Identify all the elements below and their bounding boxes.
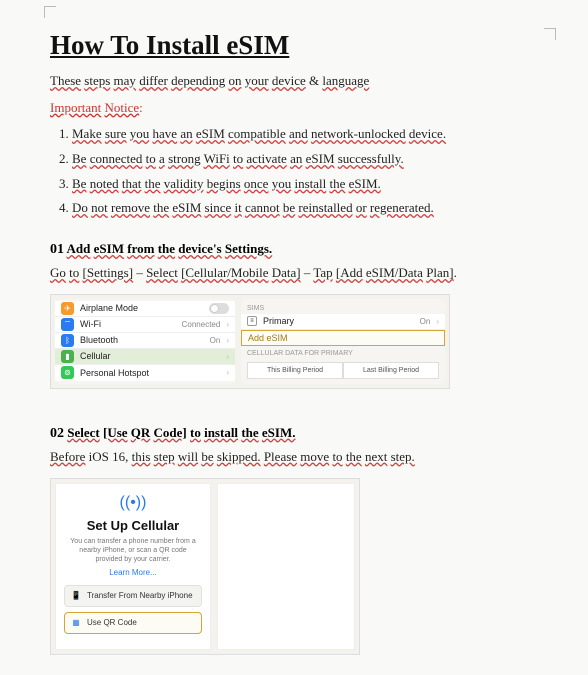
blank-panel — [217, 483, 355, 650]
cellular-icon: ▮ — [61, 350, 74, 363]
hotspot-icon: ⊚ — [61, 366, 74, 379]
option-use-qr[interactable]: ▦Use QR Code — [64, 612, 202, 634]
chevron-right-icon: › — [226, 352, 229, 361]
notice-item: Do not remove the eSIM since it cannot b… — [72, 196, 543, 221]
wavy-words: Make sure you have an eSIM compatible an… — [72, 126, 446, 141]
step-1-title: 01 Add eSIM from the device's Settings. — [50, 241, 543, 258]
wavy-words: Be connected to a strong WiFi to activat… — [72, 151, 404, 166]
wavy-words: Add eSIM from the device's Settings. — [67, 241, 273, 256]
intro-text: These steps may differ depending on your… — [50, 69, 543, 94]
notice-list: Make sure you have an eSIM compatible an… — [50, 122, 543, 221]
signal-icon: ((•)) — [64, 494, 202, 512]
airplane-icon: ✈ — [61, 302, 74, 315]
chevron-right-icon: › — [226, 320, 229, 329]
step-1-desc: Go to [Settings] – Select [Cellular/Mobi… — [50, 261, 543, 286]
page-title: How To Install eSIM — [50, 30, 543, 61]
notice-item: Be noted that the validity begins once y… — [72, 172, 543, 197]
qr-icon: ▦ — [71, 618, 81, 628]
notice-item: Be connected to a strong WiFi to activat… — [72, 147, 543, 172]
section-header: SIMs — [241, 301, 445, 314]
notice-item: Make sure you have an eSIM compatible an… — [72, 122, 543, 147]
wavy-words: Be noted that the validity begins once y… — [72, 176, 381, 191]
step-2-title: 02 Select [Use QR Code] to install the e… — [50, 425, 543, 442]
row-add-esim[interactable]: Add eSIM — [241, 330, 445, 346]
important-notice: Important Notice: — [50, 96, 543, 121]
phone-icon: 📱 — [71, 591, 81, 601]
chevron-right-icon: › — [226, 368, 229, 377]
row-cellular[interactable]: ▮Cellular› — [55, 349, 235, 365]
page-corner-tl — [44, 6, 56, 18]
wavy-words: Select [Use QR Code] to install the eSIM… — [67, 425, 295, 440]
settings-panel-right: SIMs ≡PrimaryOn› Add eSIM CELLULAR DATA … — [241, 299, 445, 384]
chevron-right-icon: › — [226, 336, 229, 345]
screenshot-settings: ✈Airplane Mode ⌔Wi-FiConnected› ᛒBluetoo… — [50, 294, 450, 389]
learn-more-link[interactable]: Learn More... — [64, 568, 202, 577]
setup-title: Set Up Cellular — [64, 518, 202, 533]
wifi-icon: ⌔ — [61, 318, 74, 331]
bluetooth-icon: ᛒ — [61, 334, 74, 347]
row-airplane[interactable]: ✈Airplane Mode — [55, 301, 235, 317]
toggle-off[interactable] — [209, 303, 229, 314]
screenshot-setup-cellular: ((•)) Set Up Cellular You can transfer a… — [50, 478, 360, 655]
chevron-right-icon: › — [436, 317, 439, 326]
setup-desc: You can transfer a phone number from a n… — [68, 537, 198, 564]
wavy-words: Do not remove the eSIM since it cannot b… — [72, 200, 434, 215]
sim-badge-icon: ≡ — [247, 316, 257, 326]
step-2-note: Before iOS 16, this step will be skipped… — [50, 445, 543, 470]
page-corner-tr — [544, 28, 556, 40]
row-primary[interactable]: ≡PrimaryOn› — [241, 314, 445, 330]
section-header: CELLULAR DATA FOR PRIMARY — [241, 346, 445, 359]
row-hotspot[interactable]: ⊚Personal Hotspot› — [55, 365, 235, 381]
option-transfer[interactable]: 📱Transfer From Nearby iPhone — [64, 585, 202, 607]
segmented-control[interactable]: This Billing PeriodLast Billing Period — [241, 359, 445, 382]
row-bluetooth[interactable]: ᛒBluetoothOn› — [55, 333, 235, 349]
row-wifi[interactable]: ⌔Wi-FiConnected› — [55, 317, 235, 333]
phone-panel: ((•)) Set Up Cellular You can transfer a… — [55, 483, 211, 650]
settings-panel-left: ✈Airplane Mode ⌔Wi-FiConnected› ᛒBluetoo… — [55, 299, 235, 384]
